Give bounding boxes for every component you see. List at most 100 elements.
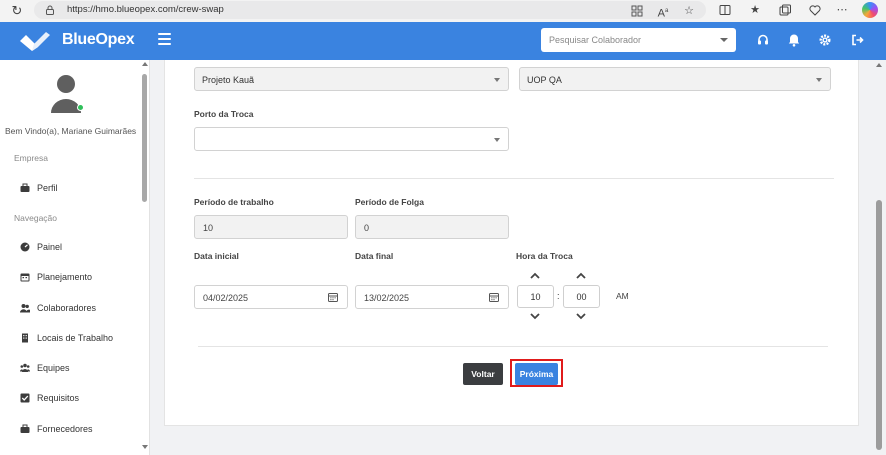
blueopex-logo-icon (20, 32, 50, 51)
sidebar-item-label: Colaboradores (37, 303, 97, 313)
checkbox-icon (20, 393, 30, 403)
project-select[interactable]: Projeto Kauã (194, 67, 509, 91)
data-final-value: 13/02/2025 (364, 293, 410, 303)
calendar-icon (20, 273, 30, 282)
top-navbar: BlueOpex Pesquisar Colaborador (0, 22, 886, 60)
more-options-icon[interactable]: ⋯ (835, 3, 849, 17)
uop-select[interactable]: UOP QA (519, 67, 831, 91)
url-text: https://hmo.blueopex.com/crew-swap (67, 4, 224, 15)
briefcase-icon (20, 183, 30, 192)
hour-decrement-chevron-down-icon[interactable] (530, 313, 540, 320)
crew-swap-form-card: Projeto Kauã UOP QA Porto da Troca Perío… (164, 60, 859, 426)
sidebar-item-painel[interactable]: Painel (20, 239, 62, 255)
sidebar-item-requisitos[interactable]: Requisitos (20, 390, 79, 406)
split-screen-icon[interactable] (718, 3, 732, 17)
divider (198, 346, 828, 347)
page-scrollbar-thumb[interactable] (876, 200, 882, 450)
lock-icon (46, 5, 54, 15)
favorite-star-icon[interactable]: ☆ (682, 4, 696, 18)
hour-increment-chevron-up-icon[interactable] (530, 272, 540, 279)
favorites-icon[interactable]: ★ (748, 3, 762, 17)
periodo-folga-field[interactable]: 0 (355, 215, 509, 239)
proxima-button-highlight: Próxima (510, 359, 563, 387)
hour-value: 10 (530, 292, 541, 302)
divider (194, 178, 834, 179)
app-available-icon[interactable] (630, 4, 644, 18)
sidebar-item-perfil[interactable]: Perfil (20, 180, 58, 196)
section-title-empresa: Empresa (14, 153, 49, 163)
sidebar-scrollbar[interactable] (141, 60, 148, 455)
collections-icon[interactable] (778, 3, 792, 17)
minute-value: 00 (576, 292, 587, 302)
settings-gear-icon[interactable] (818, 33, 832, 47)
chevron-down-icon (494, 78, 500, 82)
page-scrollbar[interactable] (874, 60, 884, 455)
calendar-icon[interactable] (328, 292, 338, 302)
data-final-label: Data final (355, 251, 394, 261)
minute-input[interactable]: 00 (563, 285, 600, 308)
scroll-up-arrow-icon[interactable] (876, 63, 882, 67)
sidebar-item-label: Locais de Trabalho (37, 333, 114, 343)
sidebar-scrollbar-thumb[interactable] (142, 74, 147, 202)
scroll-up-arrow-icon[interactable] (142, 62, 148, 66)
chevron-down-icon (494, 138, 500, 142)
brand-name: BlueOpex (62, 31, 135, 48)
sidebar-item-colaboradores[interactable]: Colaboradores (20, 300, 96, 316)
sidebar-item-locais-de-trabalho[interactable]: Locais de Trabalho (20, 330, 113, 346)
hora-troca-label: Hora da Troca (516, 251, 573, 261)
chevron-down-icon (816, 78, 822, 82)
data-final-field[interactable]: 13/02/2025 (355, 285, 509, 309)
proxima-button[interactable]: Próxima (515, 363, 558, 385)
logout-icon[interactable] (850, 33, 864, 47)
section-title-navegacao: Navegação (14, 213, 58, 223)
sidebar: Bem Vindo(a), Mariane Guimarães Empresa … (0, 60, 150, 455)
sidebar-item-label: Equipes (37, 363, 70, 373)
time-separator: : (557, 291, 560, 301)
sidebar-item-label: Fornecedores (37, 424, 93, 434)
project-select-value: Projeto Kauã (202, 75, 255, 85)
periodo-trabalho-label: Período de trabalho (194, 197, 274, 207)
sidebar-item-label: Painel (37, 242, 63, 252)
porto-select[interactable] (194, 127, 509, 151)
periodo-folga-value: 0 (364, 223, 370, 233)
welcome-text: Bem Vindo(a), Mariane Guimarães (5, 126, 137, 136)
sidebar-item-label: Perfil (37, 183, 58, 193)
sidebar-item-equipes[interactable]: Equipes (20, 360, 70, 376)
avatar[interactable] (49, 74, 84, 114)
briefcase-icon (20, 424, 30, 433)
copilot-icon[interactable] (862, 2, 878, 18)
read-aloud-icon[interactable]: Aa (656, 4, 670, 20)
periodo-trabalho-value: 10 (203, 223, 214, 233)
uop-select-value: UOP QA (527, 75, 562, 85)
data-inicial-label: Data inicial (194, 251, 239, 261)
data-inicial-value: 04/02/2025 (203, 293, 249, 303)
notifications-bell-icon[interactable] (787, 33, 801, 47)
team-icon (20, 363, 30, 372)
sidebar-item-planejamento[interactable]: Planejamento (20, 269, 92, 285)
voltar-button[interactable]: Voltar (463, 363, 503, 385)
calendar-icon[interactable] (489, 292, 499, 302)
address-bar[interactable]: https://hmo.blueopex.com/crew-swap Aa ☆ (34, 1, 706, 20)
periodo-trabalho-field[interactable]: 10 (194, 215, 348, 239)
sidebar-item-fornecedores[interactable]: Fornecedores (20, 421, 93, 437)
menu-toggle-icon[interactable] (158, 33, 171, 45)
minute-decrement-chevron-down-icon[interactable] (576, 313, 586, 320)
sidebar-item-label: Planejamento (37, 272, 93, 282)
browser-essentials-icon[interactable] (808, 3, 822, 17)
porto-label: Porto da Troca (194, 109, 254, 119)
search-colaborador-select[interactable]: Pesquisar Colaborador (541, 28, 736, 52)
meridiem-label: AM (616, 291, 629, 301)
data-inicial-field[interactable]: 04/02/2025 (194, 285, 348, 309)
building-icon (22, 333, 28, 343)
users-icon (20, 304, 30, 313)
reload-icon[interactable]: ↻ (9, 3, 25, 19)
hour-input[interactable]: 10 (517, 285, 554, 308)
chevron-down-icon (720, 38, 728, 42)
browser-toolbar: ↻ https://hmo.blueopex.com/crew-swap Aa … (0, 0, 886, 22)
minute-increment-chevron-up-icon[interactable] (576, 272, 586, 279)
support-headset-icon[interactable] (756, 33, 770, 47)
scroll-down-arrow-icon[interactable] (142, 445, 148, 449)
periodo-folga-label: Período de Folga (355, 197, 424, 207)
search-placeholder: Pesquisar Colaborador (549, 35, 642, 45)
dashboard-icon (20, 242, 30, 252)
